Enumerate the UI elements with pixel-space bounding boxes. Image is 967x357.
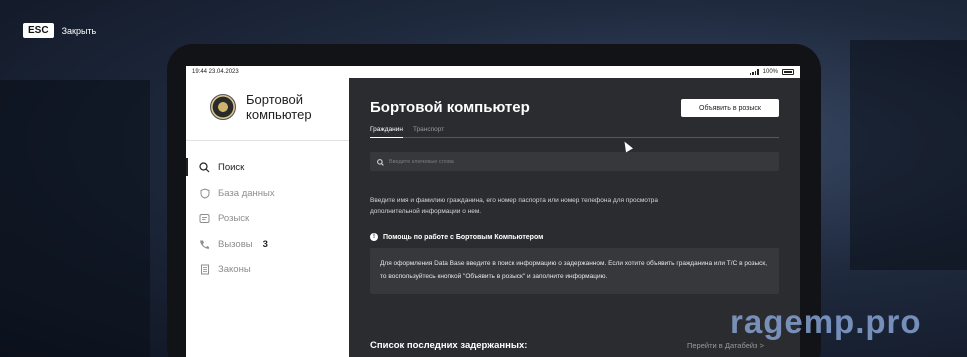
help-heading: ! Помощь по работе с Бортовым Компьютеро… (370, 233, 543, 241)
help-box: Для оформления Data Base введите в поиск… (370, 248, 779, 294)
background-building-left (0, 80, 150, 357)
report-wanted-button[interactable]: Объявить в розыск (681, 99, 779, 117)
document-icon (199, 213, 210, 224)
search-field[interactable] (370, 152, 779, 171)
search-input[interactable] (389, 158, 759, 165)
signal-icon (749, 69, 759, 75)
search-icon (199, 162, 210, 173)
sidebar-item-wanted[interactable]: Розыск (186, 206, 349, 232)
sidebar-item-label: Поиск (218, 162, 245, 174)
sidebar-item-label: База данных (218, 187, 275, 199)
sidebar: Бортовой компьютер Поиск База данных Роз… (186, 78, 349, 357)
esc-key[interactable]: ESC (23, 23, 54, 38)
tab-citizen[interactable]: Гражданин (370, 126, 403, 138)
sidebar-item-database[interactable]: База данных (186, 181, 349, 207)
battery-percent: 100% (762, 69, 778, 75)
sidebar-item-label: Вызовы (218, 238, 253, 250)
page-title: Бортовой компьютер (370, 99, 530, 116)
status-bar: 19:44 23.04.2023 100% (186, 66, 800, 78)
sidebar-item-label: Розыск (218, 213, 250, 225)
status-time: 19:44 23.04.2023 (192, 69, 239, 75)
background-building-right (850, 40, 967, 270)
recent-arrests-title: Список последних задержанных: (370, 340, 528, 351)
database-link[interactable]: Перейти в Датабейз > (687, 341, 764, 350)
status-indicators: 100% (749, 69, 794, 75)
law-book-icon (199, 264, 210, 275)
help-title: Помощь по работе с Бортовым Компьютером (383, 233, 544, 241)
battery-icon (782, 69, 794, 75)
search-hint: Введите имя и фамилию гражданина, его но… (370, 197, 658, 215)
shield-icon (199, 188, 210, 199)
sidebar-item-laws[interactable]: Законы (186, 257, 349, 283)
close-control[interactable]: ESC Закрыть (23, 23, 96, 38)
close-label[interactable]: Закрыть (62, 26, 97, 36)
tab-vehicle[interactable]: Транспорт (413, 126, 444, 137)
police-seal-logo (210, 94, 236, 120)
search-icon (377, 153, 384, 171)
brand: Бортовой компьютер (210, 92, 330, 122)
info-icon: ! (370, 233, 378, 241)
brand-title: Бортовой компьютер (246, 92, 312, 122)
sidebar-item-search[interactable]: Поиск (186, 155, 349, 181)
watermark: ragemp.pro (730, 303, 922, 340)
tablet-screen: 19:44 23.04.2023 100% Бортовой компьютер… (186, 66, 800, 357)
calls-count-badge: 3 (262, 238, 268, 250)
phone-icon (199, 239, 210, 250)
sidebar-item-label: Законы (218, 264, 251, 276)
sidebar-nav: Поиск База данных Розыск Вызовы 3 Законы (186, 155, 349, 283)
sidebar-divider (186, 140, 349, 141)
sidebar-item-calls[interactable]: Вызовы 3 (186, 232, 349, 258)
tabs: Гражданин Транспорт (370, 126, 779, 138)
